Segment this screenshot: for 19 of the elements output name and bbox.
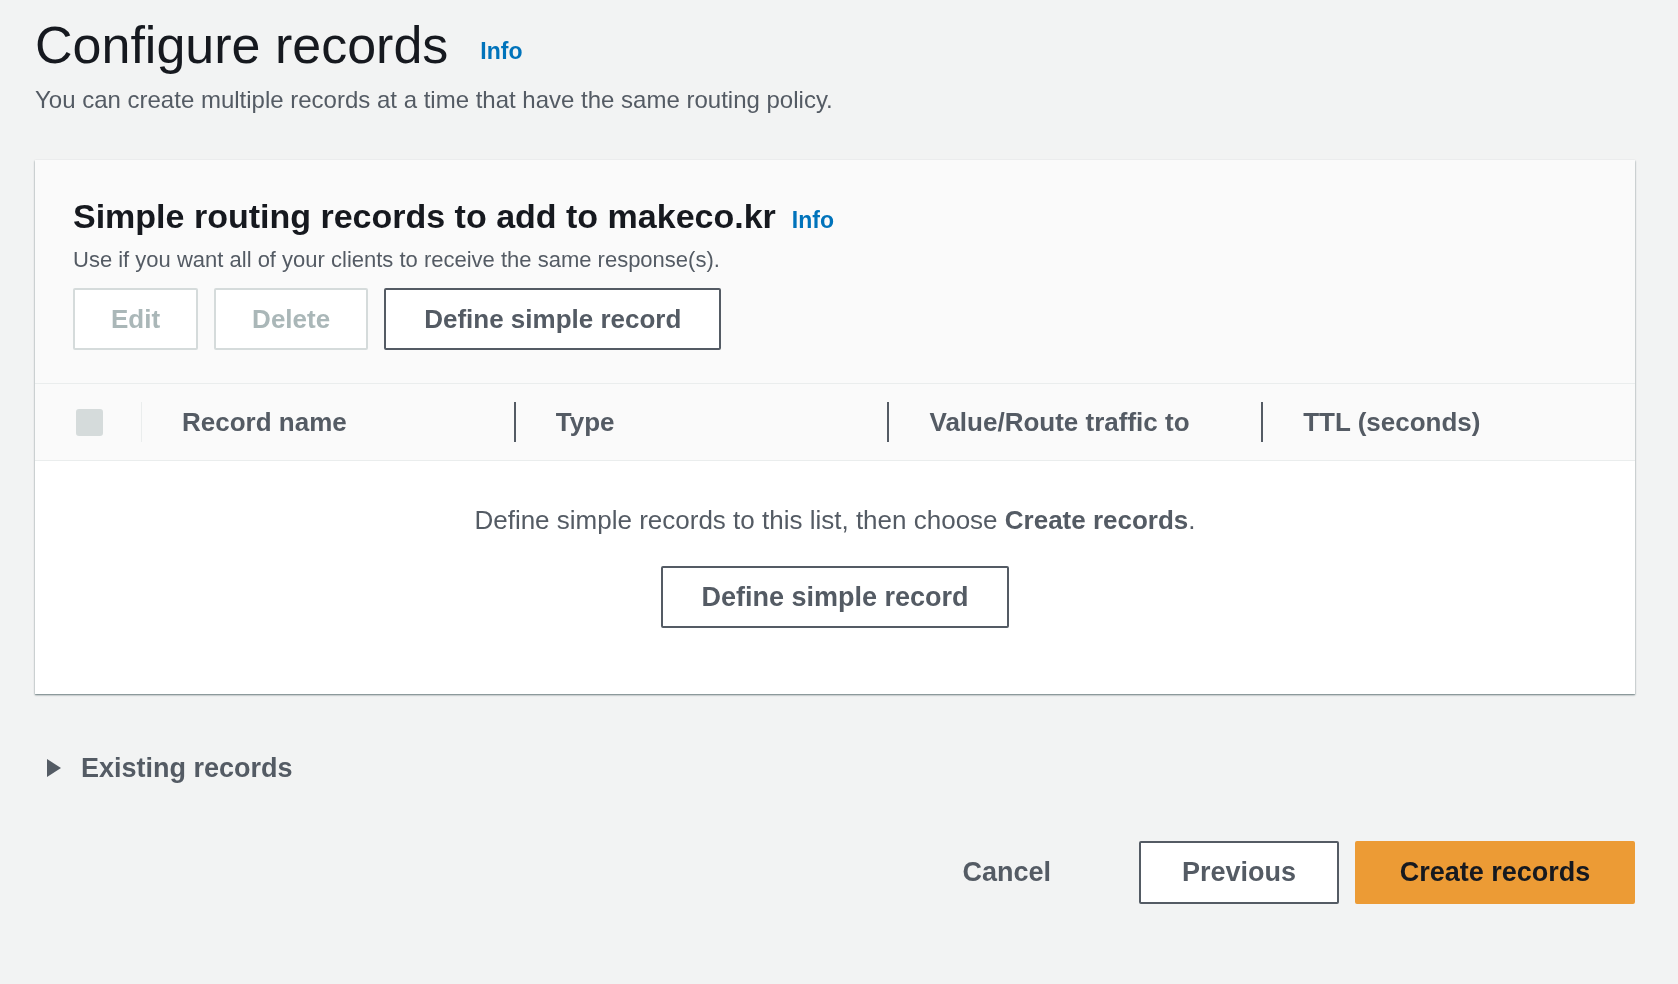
page-title: Configure records bbox=[35, 15, 449, 76]
cancel-button[interactable]: Cancel bbox=[922, 840, 1091, 904]
column-header: Type bbox=[554, 405, 616, 439]
column-header: Record name bbox=[181, 405, 348, 439]
create-button[interactable]: Create records bbox=[1355, 840, 1635, 904]
info-link[interactable]: Info bbox=[791, 202, 834, 238]
column-header: TTL (seconds) bbox=[1302, 405, 1482, 439]
caret-right-icon bbox=[45, 758, 63, 779]
section-label: Existing records bbox=[81, 752, 293, 786]
panel-description: Use if you want all of your clients to receive the same response(s). bbox=[73, 246, 721, 275]
info-link[interactable]: Info bbox=[480, 33, 523, 69]
previous-button[interactable]: Previous bbox=[1139, 840, 1339, 904]
panel-title: Simple routing records to add to makeco.kr bbox=[73, 196, 776, 238]
expand-toggle[interactable]: Existing records bbox=[35, 748, 293, 789]
define-record-button[interactable]: Define simple record bbox=[661, 566, 1009, 629]
empty-message: Define simple records to this list, then choose Create records. bbox=[474, 504, 1196, 538]
page-description: You can create multiple records at a time that have the same routing policy. bbox=[35, 85, 834, 116]
define-record-button[interactable]: Define simple record bbox=[384, 288, 722, 351]
column-header: Value/Route traffic to bbox=[928, 405, 1191, 439]
